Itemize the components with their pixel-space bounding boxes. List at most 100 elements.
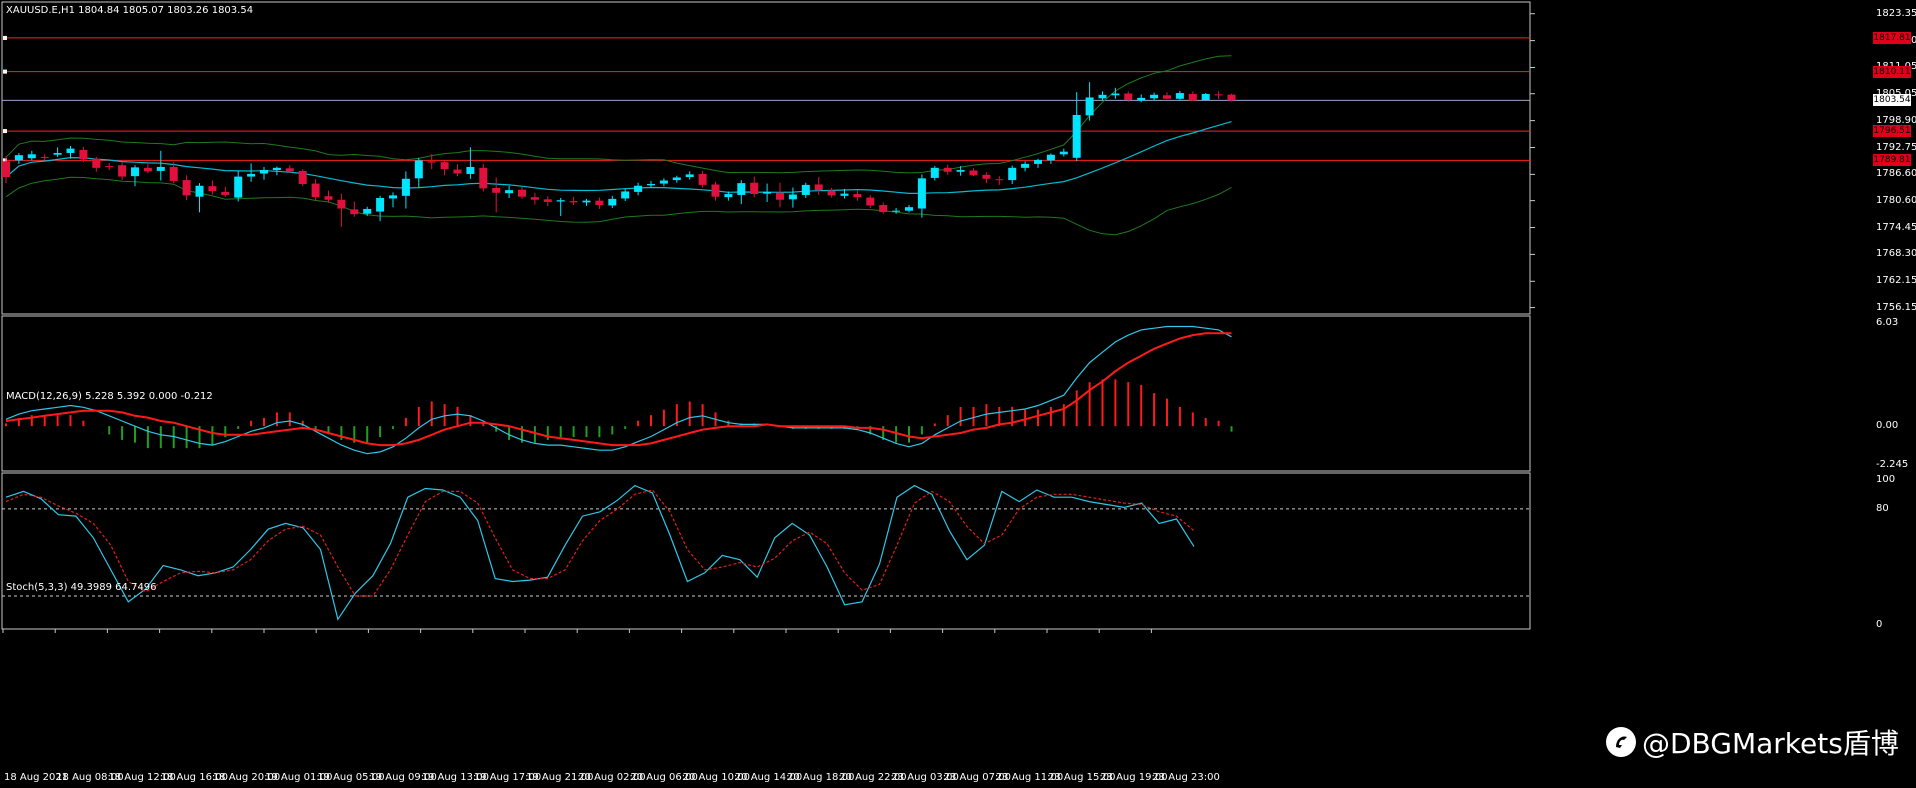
candle-body-31 [401,178,410,196]
candle-body-53 [685,174,694,178]
candle-body-14 [182,180,191,196]
candle-body-1 [14,155,23,161]
stoch-ytick-label: 80 [1876,502,1889,514]
hline-anchor-2 [3,129,7,134]
stoch-ytick-label: 0 [1876,619,1883,631]
candle-body-12 [156,166,165,171]
candle-body-92 [1188,93,1197,101]
candle-body-32 [414,160,423,179]
candle-body-47 [608,198,617,206]
candle-body-33 [427,161,436,163]
main-pane-frame [1,1,1531,315]
candle-body-84 [1085,97,1094,116]
candle-body-87 [1124,93,1133,101]
macd-pane-frame [1,315,1531,472]
candle-body-18 [234,176,243,198]
candle-body-42 [543,199,552,202]
main-ytick-label: 1762.15 [1876,275,1916,287]
candle-body-21 [272,167,281,171]
candle-body-62 [801,184,810,195]
candle-body-52 [672,177,681,181]
stoch-main-line [5,484,1195,621]
stoch-ytick-label: 100 [1876,473,1896,485]
candle-body-27 [350,209,359,215]
candle-body-91 [1175,93,1184,99]
candle-body-20 [260,170,268,174]
candle-body-22 [285,168,294,172]
watermark: @DBGMarkets盾博 [1606,722,1899,762]
main-ytick-label: 1774.45 [1876,221,1916,233]
candle-body-4 [53,152,62,155]
chart-canvas [1,1,1535,633]
candle-body-6 [79,149,88,160]
candle-body-59 [763,191,772,194]
candle-body-82 [1059,151,1068,155]
stoch-pane-frame [1,472,1531,630]
hline-price-label-0: 1817.81 [1873,31,1911,44]
candle-body-90 [1163,95,1171,99]
stoch-signal-line [5,489,1195,597]
candle-body-77 [995,179,1004,181]
candle-body-30 [389,195,397,199]
candle-body-57 [737,183,746,195]
candle-body-16 [208,186,217,192]
candle-body-76 [982,174,991,179]
hline-anchor-0 [3,35,7,40]
watermark-text: @DBGMarkets盾博 [1642,727,1899,760]
candle-body-68 [879,205,888,212]
candle-body-19 [247,173,256,177]
candle-body-94 [1214,94,1223,96]
hline-price-label-1: 1810.11 [1873,65,1911,78]
candle-body-10 [131,167,139,177]
candle-body-34 [440,162,449,170]
xtick-label: 23 Aug 23:00 [1152,772,1220,783]
macd-ytick-label: 6.03 [1876,316,1899,328]
main-ytick-label: 1823.35 [1876,7,1916,19]
candle-body-89 [1150,94,1159,99]
candle-body-63 [814,184,823,191]
candle-body-15 [195,185,204,197]
hline-price-label-2: 1796.51 [1873,125,1911,138]
candle-body-64 [827,190,836,196]
stoch-pane-title: Stoch(5,3,3) 49.3989 64.7496 [6,582,157,593]
macd-signal-line [5,332,1232,447]
candle-body-65 [840,193,849,196]
candle-body-38 [492,187,501,193]
candle-body-56 [724,194,733,198]
candle-body-54 [698,173,707,185]
candle-body-58 [750,182,759,195]
candle-body-78 [1008,167,1017,181]
candle-body-9 [118,165,127,177]
main-ytick-label: 1780.60 [1876,194,1916,206]
candle-body-93 [1201,93,1210,101]
candle-body-2 [27,154,36,159]
candle-body-81 [1046,154,1055,161]
candle-body-0 [2,161,10,178]
candle-body-24 [311,183,320,198]
candle-body-86 [1111,93,1120,96]
candle-body-44 [569,201,578,203]
candle-body-40 [518,189,526,197]
candle-body-25 [324,196,333,200]
macd-pane-title: MACD(12,26,9) 5.228 5.392 0.000 -0.212 [6,391,213,402]
candle-body-45 [582,200,591,203]
candle-body-7 [92,158,101,168]
candle-body-74 [956,170,965,172]
candle-body-72 [930,167,939,178]
candle-body-35 [453,169,462,174]
candle-body-11 [143,167,152,172]
candle-body-71 [917,178,926,209]
candle-body-70 [905,207,913,211]
macd-ytick-label: 0.00 [1876,420,1899,432]
candle-body-60 [776,192,784,200]
candle-body-5 [66,148,75,153]
main-ytick-label: 1792.75 [1876,141,1916,153]
candle-body-83 [1072,114,1081,158]
candle-body-88 [1137,97,1146,101]
candle-body-13 [169,166,178,181]
hline-anchor-1 [3,69,7,74]
candle-body-36 [466,166,475,174]
candle-body-55 [711,184,720,197]
candle-body-69 [892,210,901,212]
candle-body-23 [298,170,307,185]
